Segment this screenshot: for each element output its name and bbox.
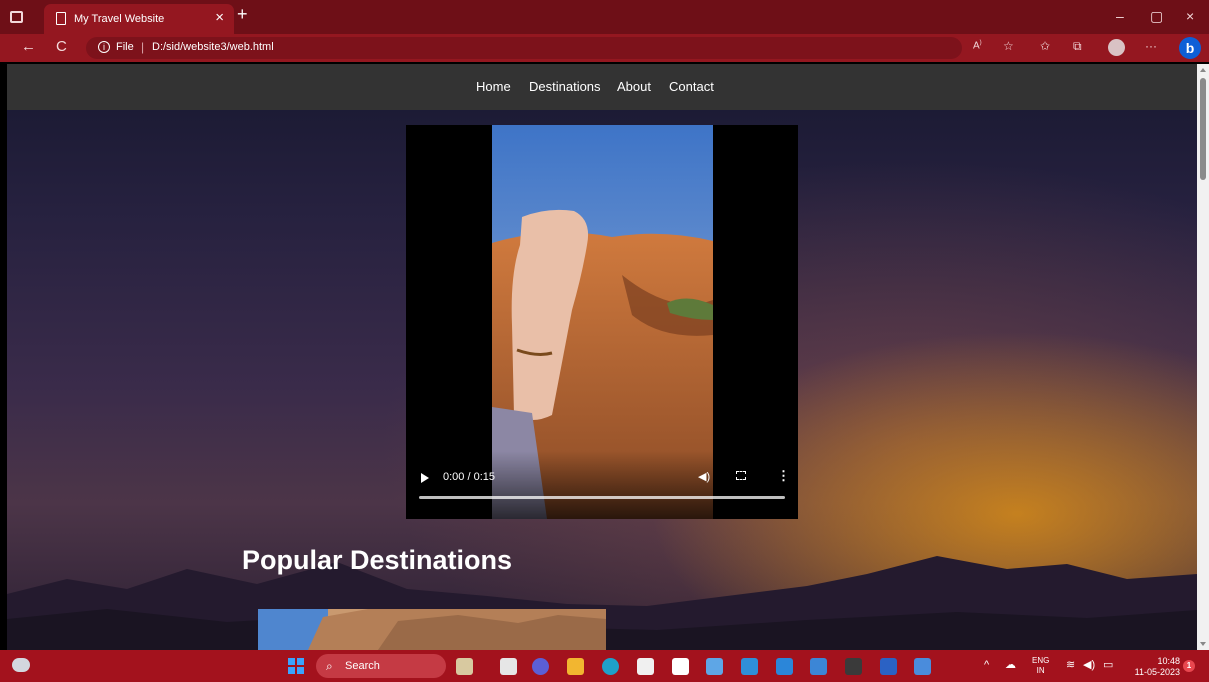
clock-time: 10:48 [1157, 656, 1180, 666]
browser-titlebar: My Travel Website × + – ▢ × [0, 0, 1209, 34]
nav-contact-link[interactable]: Contact [669, 79, 714, 94]
url-separator: | [141, 40, 145, 54]
language-region: IN [1036, 666, 1045, 675]
edge-browser-icon[interactable] [602, 658, 619, 675]
refresh-button[interactable]: C [56, 39, 67, 54]
video-more-icon[interactable]: ⋮ [777, 469, 790, 482]
video-player[interactable]: 0:00 / 0:15 ◀) ⋮ [406, 125, 798, 519]
nav-destinations-link[interactable]: Destinations [529, 79, 601, 94]
page-viewport: Home Destinations About Contact 0:00 / 0… [7, 64, 1197, 650]
minimize-button[interactable]: – [1116, 9, 1124, 23]
profile-avatar[interactable] [1108, 39, 1125, 56]
workspaces-icon[interactable] [10, 11, 23, 23]
new-tab-button[interactable]: + [237, 5, 248, 23]
vscode-icon[interactable] [776, 658, 793, 675]
address-toolbar: ← C i File | D:/sid/website3/web.html A)… [0, 34, 1209, 62]
browser-tab[interactable]: My Travel Website × [44, 4, 234, 34]
video-time: 0:00 / 0:15 [443, 471, 495, 483]
mail-icon[interactable] [810, 658, 827, 675]
add-favorite-icon[interactable]: ☆ [1003, 40, 1014, 52]
notification-badge[interactable]: 1 [1183, 660, 1195, 672]
file-explorer-icon[interactable] [567, 658, 584, 675]
clock-date: 11-05-2023 [1134, 667, 1180, 677]
scroll-up-icon[interactable] [1200, 68, 1206, 72]
show-hidden-icons-icon[interactable]: ^ [984, 660, 989, 671]
collections-icon[interactable]: ⧉ [1073, 40, 1082, 52]
tab-title: My Travel Website [74, 13, 165, 25]
destination-image-petra [258, 609, 606, 650]
fullscreen-icon[interactable] [736, 471, 746, 480]
search-label: Search [345, 660, 380, 672]
notepad-icon[interactable] [672, 658, 689, 675]
photos-icon[interactable] [706, 658, 723, 675]
taskbar-clock[interactable]: 10:48 11-05-2023 [1128, 656, 1180, 678]
read-aloud-icon[interactable]: A) [973, 40, 982, 51]
language-code: ENG [1032, 656, 1050, 665]
restore-button[interactable]: ▢ [1150, 9, 1163, 23]
notes-icon[interactable] [914, 658, 931, 675]
play-icon[interactable] [421, 473, 429, 483]
word-icon[interactable] [880, 658, 897, 675]
video-progress-bar[interactable] [419, 496, 785, 499]
page-icon [56, 12, 66, 25]
nav-about-link[interactable]: About [617, 79, 651, 94]
task-view-icon[interactable] [500, 658, 517, 675]
terminal-icon[interactable] [845, 658, 862, 675]
taskbar-search[interactable]: ⌕ Search [316, 654, 446, 678]
scroll-down-icon[interactable] [1200, 642, 1206, 646]
info-icon[interactable]: i [98, 41, 110, 53]
more-options-icon[interactable]: ··· [1145, 40, 1157, 52]
weather-icon[interactable] [12, 658, 30, 672]
speaker-icon[interactable]: ◀) [1083, 660, 1095, 671]
volume-icon[interactable]: ◀) [698, 470, 710, 483]
nav-home-link[interactable]: Home [476, 79, 511, 94]
onedrive-icon[interactable]: ☁ [1005, 660, 1016, 671]
teams-chat-icon[interactable] [532, 658, 549, 675]
video-controls: 0:00 / 0:15 ◀) ⋮ [406, 451, 798, 519]
favorites-icon[interactable]: ✩ [1040, 40, 1050, 52]
site-navbar: Home Destinations About Contact [7, 64, 1197, 110]
store-icon[interactable] [637, 658, 654, 675]
windows-taskbar: ⌕ Search ^ ☁ ENG IN ≋ ◀) ▭ 10:48 11-05-2… [0, 650, 1209, 682]
wifi-icon[interactable]: ≋ [1066, 660, 1075, 671]
widgets-icon[interactable] [456, 658, 473, 675]
calculator-icon[interactable] [741, 658, 758, 675]
search-icon: ⌕ [326, 659, 333, 673]
tab-close-icon[interactable]: × [215, 10, 224, 25]
bing-chat-icon[interactable]: b [1179, 37, 1201, 59]
battery-icon[interactable]: ▭ [1103, 660, 1113, 671]
url-text[interactable]: D:/sid/website3/web.html [152, 41, 274, 53]
scroll-thumb[interactable] [1200, 78, 1206, 180]
url-scheme-label: File [116, 41, 134, 53]
start-button[interactable] [288, 658, 304, 674]
popular-destinations-heading: Popular Destinations [242, 545, 513, 575]
close-window-button[interactable]: × [1186, 9, 1194, 23]
address-bar[interactable]: i File | D:/sid/website3/web.html [86, 37, 962, 59]
back-button[interactable]: ← [21, 39, 36, 54]
page-scrollbar[interactable] [1197, 64, 1209, 650]
language-indicator[interactable]: ENG IN [1032, 656, 1049, 676]
